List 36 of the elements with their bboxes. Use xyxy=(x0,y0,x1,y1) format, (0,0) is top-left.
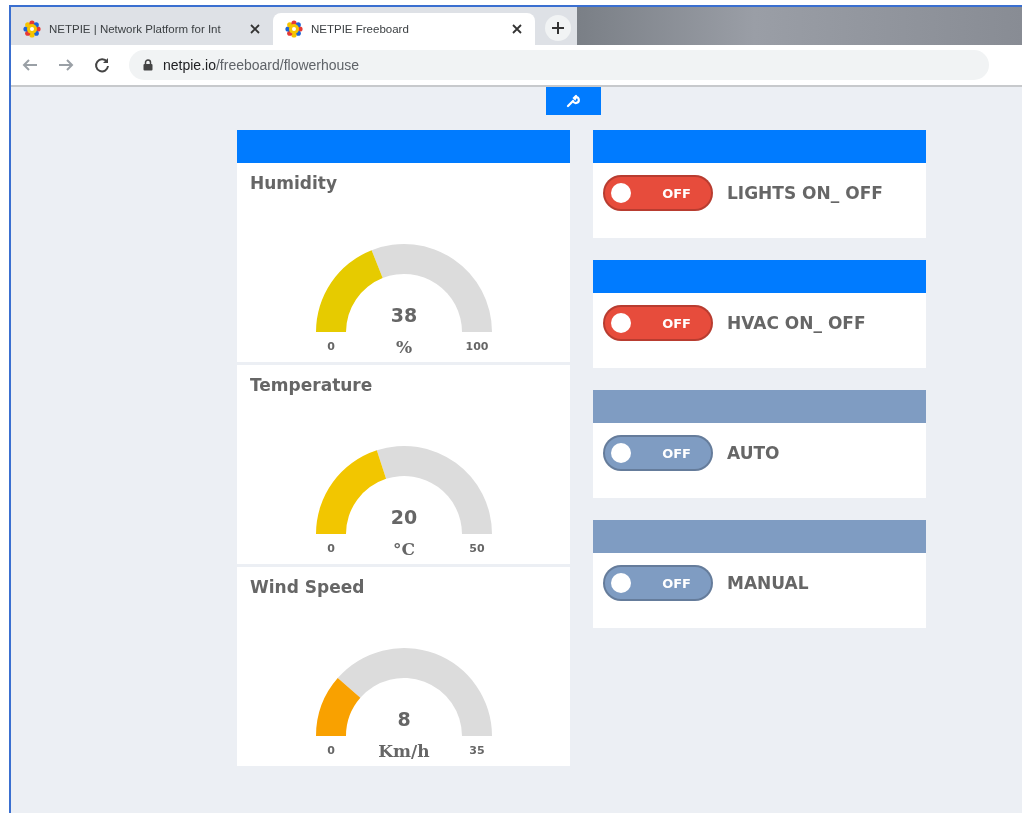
gauge-value: 38 xyxy=(390,304,418,326)
gauge-min: 0 xyxy=(327,542,335,555)
close-icon[interactable] xyxy=(249,23,261,35)
gauge-value: 20 xyxy=(390,506,418,528)
toggle-switch[interactable]: OFF xyxy=(603,435,713,471)
switch-label: LIGHTS ON_ OFF xyxy=(727,183,883,203)
gauge-unit: °C xyxy=(393,539,415,559)
gauge-unit: % xyxy=(395,337,413,357)
browser-tab[interactable]: NETPIE Freeboard xyxy=(273,13,535,45)
gauge-value: 8 xyxy=(397,708,411,730)
gauge-max: 100 xyxy=(465,340,489,353)
wrench-icon xyxy=(566,94,580,108)
toggle-switch[interactable]: OFF xyxy=(603,305,713,341)
lock-icon xyxy=(143,59,153,71)
reload-icon[interactable] xyxy=(93,56,111,74)
gauge-title: Temperature xyxy=(249,374,374,397)
toggle-switch[interactable]: OFF xyxy=(603,175,713,211)
switch-label: HVAC ON_ OFF xyxy=(727,313,866,333)
gauge-title: Humidity xyxy=(249,172,339,195)
switch-label: MANUAL xyxy=(727,573,809,593)
tab-title: NETPIE | Network Platform for Int xyxy=(49,23,222,35)
gauge-title: Wind Speed xyxy=(249,576,366,599)
gauge-min: 0 xyxy=(327,340,335,353)
toggle-switch[interactable]: OFF xyxy=(603,565,713,601)
gauge-max: 35 xyxy=(469,744,485,757)
close-icon[interactable] xyxy=(511,23,523,35)
gauge-max: 50 xyxy=(469,542,485,555)
tab-title: NETPIE Freeboard xyxy=(311,23,410,35)
url-text: netpie.io/freeboard/flowerhouse xyxy=(163,57,360,73)
gauge-min: 0 xyxy=(327,744,335,757)
gauge-unit: Km/h xyxy=(378,741,430,761)
switch-label: AUTO xyxy=(727,443,780,463)
plus-icon xyxy=(551,21,565,35)
address-bar[interactable]: netpie.io/freeboard/flowerhouse xyxy=(129,50,989,80)
new-tab-button[interactable] xyxy=(545,15,571,41)
settings-button[interactable] xyxy=(545,87,601,115)
